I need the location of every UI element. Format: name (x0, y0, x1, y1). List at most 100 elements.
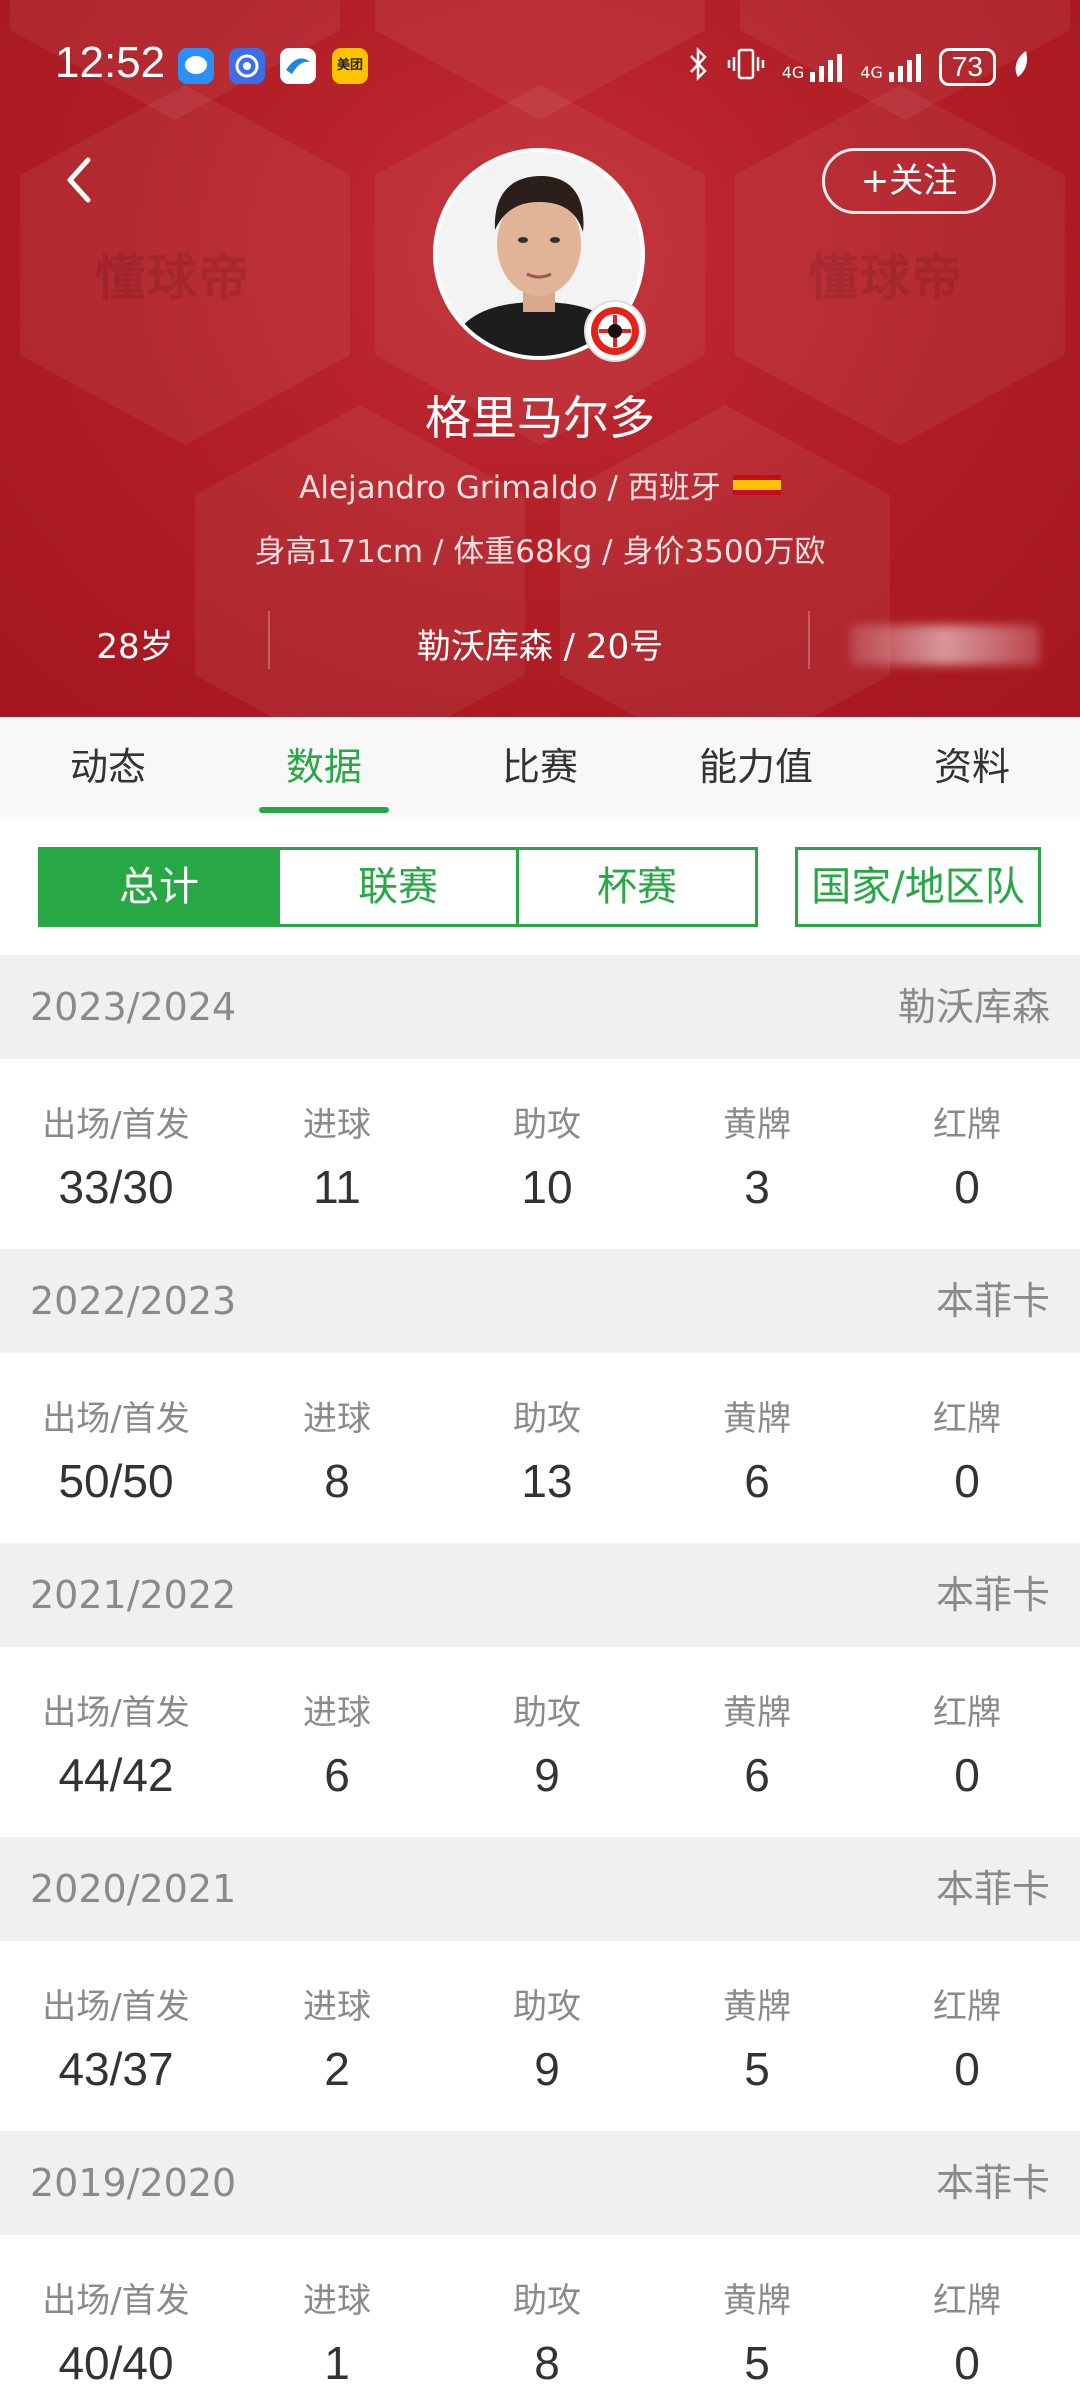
stat-label: 进球 (303, 1693, 371, 1733)
stat-apps: 出场/首发 50/50 (0, 1353, 232, 1543)
season-header: 2019/2020 本菲卡 (0, 2131, 1080, 2235)
signal-icon: 4G (860, 52, 923, 82)
season-year: 2020/2021 (30, 1867, 237, 1911)
stat-yellow-cards: 黄牌 6 (652, 1647, 862, 1837)
stat-apps: 出场/首发 33/30 (0, 1059, 232, 1249)
season-club[interactable]: 本菲卡 (936, 1249, 1050, 1353)
filter-total-button[interactable]: 总计 (38, 847, 280, 927)
stat-red-cards: 红牌 0 (862, 1941, 1072, 2131)
tab-news[interactable]: 动态 (0, 717, 216, 817)
stat-assists: 助攻 10 (442, 1059, 652, 1249)
back-button[interactable] (50, 150, 110, 210)
stat-value: 11 (313, 1161, 361, 1213)
main-tabs: 动态 数据 比赛 能力值 资料 (0, 717, 1080, 817)
stat-value: 9 (534, 1749, 560, 1801)
vibrate-icon (726, 47, 766, 88)
stat-value: 8 (534, 2337, 560, 2388)
stat-yellow-cards: 黄牌 5 (652, 2235, 862, 2388)
stat-apps: 出场/首发 40/40 (0, 2235, 232, 2388)
stat-value: 0 (954, 2043, 980, 2095)
stat-label: 助攻 (513, 1399, 581, 1439)
season-header: 2023/2024 勒沃库森 (0, 955, 1080, 1059)
stat-value: 5 (744, 2043, 770, 2095)
stat-label: 出场/首发 (42, 1399, 190, 1439)
tab-ability[interactable]: 能力值 (648, 717, 864, 817)
stat-assists: 助攻 9 (442, 1941, 652, 2131)
stat-label: 黄牌 (723, 2281, 791, 2321)
stat-value: 10 (521, 1161, 573, 1213)
stat-goals: 进球 1 (232, 2235, 442, 2388)
stat-value: 40/40 (58, 2337, 174, 2388)
filter-league-button[interactable]: 联赛 (277, 847, 519, 927)
battery-indicator: 73 (938, 48, 996, 86)
stat-label: 助攻 (513, 1693, 581, 1733)
stat-value: 6 (744, 1749, 770, 1801)
season-club[interactable]: 本菲卡 (936, 1543, 1050, 1647)
stat-label: 助攻 (513, 2281, 581, 2321)
stat-value: 33/30 (58, 1161, 174, 1213)
season-stats-row: 出场/首发 33/30 进球 11 助攻 10 黄牌 3 红牌 0 (0, 1059, 1080, 1249)
stat-label: 出场/首发 (42, 1987, 190, 2027)
stat-yellow-cards: 黄牌 3 (652, 1059, 862, 1249)
player-header: 懂球帝 懂球帝 12:52 美团 4G 4G 73 +关注 格里马尔多 Alej… (0, 0, 1080, 717)
season-stats-row: 出场/首发 40/40 进球 1 助攻 8 黄牌 5 红牌 0 (0, 2235, 1080, 2388)
stat-label: 出场/首发 (42, 1693, 190, 1733)
season-club[interactable]: 勒沃库森 (898, 955, 1050, 1059)
season-year: 2022/2023 (30, 1279, 237, 1323)
stat-label: 黄牌 (723, 1987, 791, 2027)
stat-value: 9 (534, 2043, 560, 2095)
stat-label: 红牌 (933, 2281, 1001, 2321)
stat-red-cards: 红牌 0 (862, 1353, 1072, 1543)
player-age: 28岁 (96, 627, 174, 667)
team-badge-icon (584, 300, 646, 362)
tab-profile[interactable]: 资料 (864, 717, 1080, 817)
stat-apps: 出场/首发 43/37 (0, 1941, 232, 2131)
stat-red-cards: 红牌 0 (862, 1059, 1072, 1249)
status-indicators: 4G 4G 73 (688, 44, 1030, 90)
stat-value: 44/42 (58, 1749, 174, 1801)
stat-value: 6 (324, 1749, 350, 1801)
browser-app-icon (229, 48, 265, 84)
chevron-left-icon (67, 157, 91, 203)
player-physical-stats: 身高171cm / 体重68kg / 身价3500万欧 (254, 534, 826, 570)
stat-label: 红牌 (933, 1693, 1001, 1733)
stat-label: 黄牌 (723, 1399, 791, 1439)
stat-value: 3 (744, 1161, 770, 1213)
stat-value: 5 (744, 2337, 770, 2388)
filter-national-team-button[interactable]: 国家/地区队 (795, 847, 1041, 927)
stat-value: 43/37 (58, 2043, 174, 2095)
stat-label: 黄牌 (723, 1693, 791, 1733)
stat-yellow-cards: 黄牌 6 (652, 1353, 862, 1543)
sports-app-icon (280, 48, 316, 84)
stat-apps: 出场/首发 44/42 (0, 1647, 232, 1837)
player-name: 格里马尔多 (425, 391, 655, 445)
competition-filter: 总计 联赛 杯赛 (38, 847, 758, 927)
tab-data[interactable]: 数据 (216, 717, 432, 817)
player-club-number[interactable]: 勒沃库森 / 20号 (270, 619, 810, 668)
stat-value: 6 (744, 1455, 770, 1507)
stat-value: 13 (521, 1455, 573, 1507)
filter-cup-button[interactable]: 杯赛 (516, 847, 758, 927)
season-header: 2021/2022 本菲卡 (0, 1543, 1080, 1647)
stat-label: 红牌 (933, 1987, 1001, 2027)
follow-button[interactable]: +关注 (822, 148, 996, 214)
message-app-icon (178, 48, 214, 84)
stat-red-cards: 红牌 0 (862, 1647, 1072, 1837)
stat-red-cards: 红牌 0 (862, 2235, 1072, 2388)
player-latin-name: Alejandro Grimaldo / 西班牙 (299, 470, 721, 506)
player-info-row: 28岁 勒沃库森 / 20号 (0, 605, 1080, 675)
stat-label: 进球 (303, 1399, 371, 1439)
divider (808, 611, 810, 669)
season-year: 2023/2024 (30, 985, 237, 1029)
stat-goals: 进球 11 (232, 1059, 442, 1249)
bluetooth-icon (688, 46, 710, 88)
tab-matches[interactable]: 比赛 (432, 717, 648, 817)
season-stats-row: 出场/首发 50/50 进球 8 助攻 13 黄牌 6 红牌 0 (0, 1353, 1080, 1543)
season-club[interactable]: 本菲卡 (936, 1837, 1050, 1941)
stat-value: 50/50 (58, 1455, 174, 1507)
stat-label: 进球 (303, 1105, 371, 1145)
season-club[interactable]: 本菲卡 (936, 2131, 1050, 2235)
season-stats-list: 2023/2024 勒沃库森 出场/首发 33/30 进球 11 助攻 10 黄牌 3 … (0, 955, 1080, 2388)
stat-assists: 助攻 9 (442, 1647, 652, 1837)
stat-value: 2 (324, 2043, 350, 2095)
